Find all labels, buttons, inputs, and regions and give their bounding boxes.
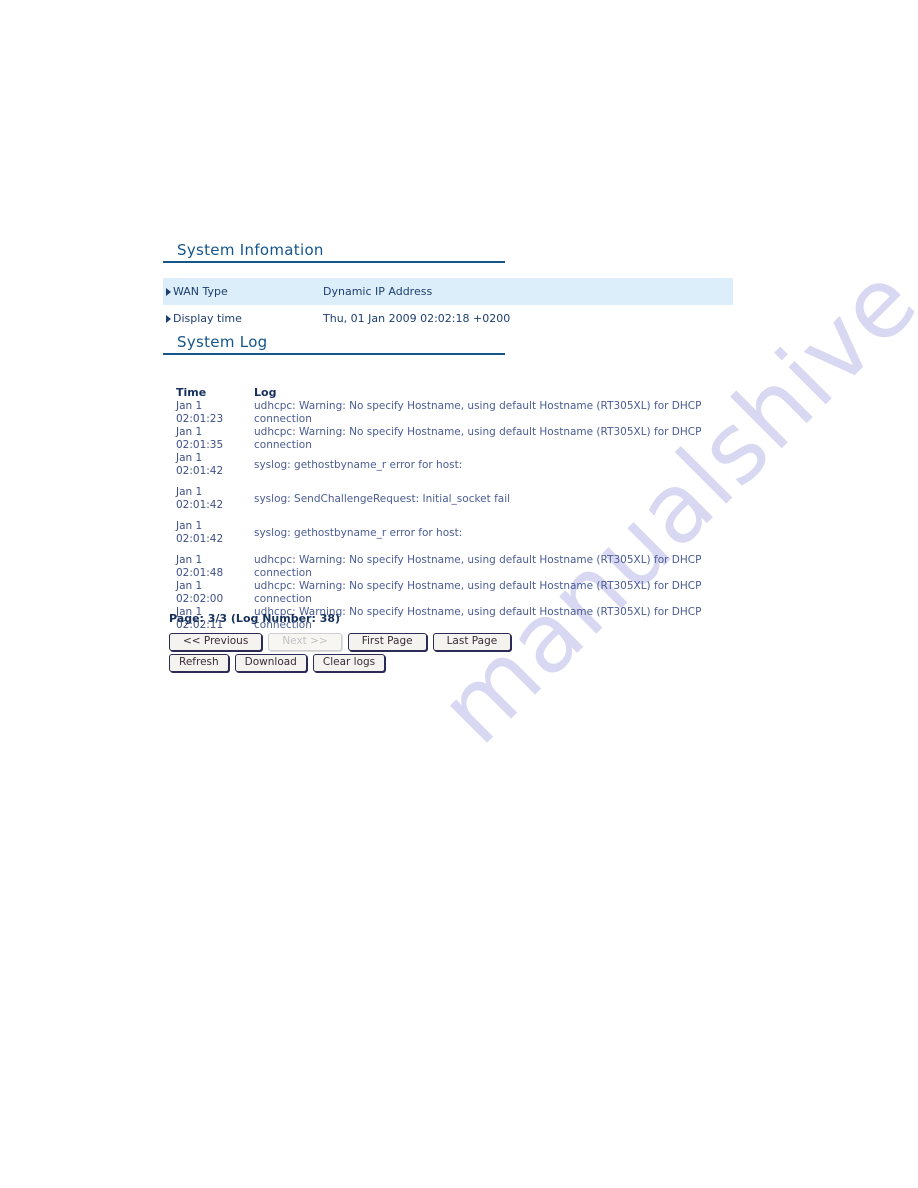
- log-message-cell: udhcpc: Warning: No specify Hostname, us…: [254, 580, 702, 605]
- pagination-button-row: << Previous Next >> First Page Last Page: [169, 633, 512, 651]
- page-title-system-log: System Log: [163, 333, 505, 355]
- log-message-cell: syslog: gethostbyname_r error for host:: [254, 527, 463, 539]
- table-row: Jan 1 02:01:48 udhcpc: Warning: No specif…: [176, 554, 724, 580]
- router-status-page: System Infomation WAN Type Dynamic IP Ad…: [0, 0, 918, 1188]
- page-title-system-information: System Infomation: [163, 241, 505, 263]
- info-label-display-time: Display time: [163, 312, 323, 325]
- table-header-row: Time Log: [176, 386, 724, 400]
- log-action-button-row: Refresh Download Clear logs: [169, 654, 386, 672]
- log-message-cell: udhcpc: Warning: No specify Hostname, us…: [254, 554, 702, 579]
- log-time-cell: Jan 1 02:01:35: [176, 426, 224, 451]
- table-row: Jan 1 02:01:42 syslog: gethostbyname_r er…: [176, 520, 724, 554]
- table-row: Jan 1 02:02:00 udhcpc: Warning: No specif…: [176, 580, 724, 606]
- log-message-cell: udhcpc: Warning: No specify Hostname, us…: [254, 426, 702, 451]
- system-log-table: Time Log Jan 1 02:01:23 udhcpc: Warning: …: [176, 386, 724, 632]
- info-value-wan-type: Dynamic IP Address: [323, 285, 433, 298]
- info-label-wan-type: WAN Type: [163, 285, 323, 298]
- table-row: Jan 1 02:01:23 udhcpc: Warning: No specif…: [176, 400, 724, 426]
- column-header-time: Time: [176, 386, 207, 399]
- next-page-button[interactable]: Next >>: [268, 633, 342, 651]
- refresh-button[interactable]: Refresh: [169, 654, 229, 672]
- log-time-cell: Jan 1 02:01:42: [176, 520, 224, 545]
- table-row: Jan 1 02:01:35 udhcpc: Warning: No specif…: [176, 426, 724, 452]
- clear-logs-button[interactable]: Clear logs: [312, 654, 386, 672]
- log-page-status: Page: 3/3 (Log Number: 38): [169, 612, 341, 625]
- info-value-display-time: Thu, 01 Jan 2009 02:02:18 +0200: [323, 312, 511, 325]
- log-time-cell: Jan 1 02:01:42: [176, 486, 224, 511]
- first-page-button[interactable]: First Page: [347, 633, 427, 651]
- info-label-text: Display time: [173, 312, 242, 325]
- download-button[interactable]: Download: [234, 654, 307, 672]
- triangle-right-icon: [166, 287, 171, 296]
- table-row: Jan 1 02:01:42 syslog: SendChallengeReque…: [176, 486, 724, 520]
- info-row-display-time: Display time Thu, 01 Jan 2009 02:02:18 +…: [163, 305, 733, 332]
- previous-page-button[interactable]: << Previous: [169, 633, 263, 651]
- log-message-cell: syslog: SendChallengeRequest: Initial_so…: [254, 493, 511, 505]
- last-page-button[interactable]: Last Page: [432, 633, 512, 651]
- column-header-log: Log: [254, 386, 277, 399]
- log-message-cell: udhcpc: Warning: No specify Hostname, us…: [254, 400, 702, 425]
- log-time-cell: Jan 1 02:02:00: [176, 580, 224, 605]
- log-time-cell: Jan 1 02:01:23: [176, 400, 224, 425]
- log-time-cell: Jan 1 02:01:42: [176, 452, 224, 477]
- triangle-right-icon: [166, 314, 171, 323]
- info-label-text: WAN Type: [173, 285, 228, 298]
- info-row-wan-type: WAN Type Dynamic IP Address: [163, 278, 733, 305]
- log-time-cell: Jan 1 02:01:48: [176, 554, 224, 579]
- table-row: Jan 1 02:01:42 syslog: gethostbyname_r er…: [176, 452, 724, 486]
- log-message-cell: syslog: gethostbyname_r error for host:: [254, 459, 463, 471]
